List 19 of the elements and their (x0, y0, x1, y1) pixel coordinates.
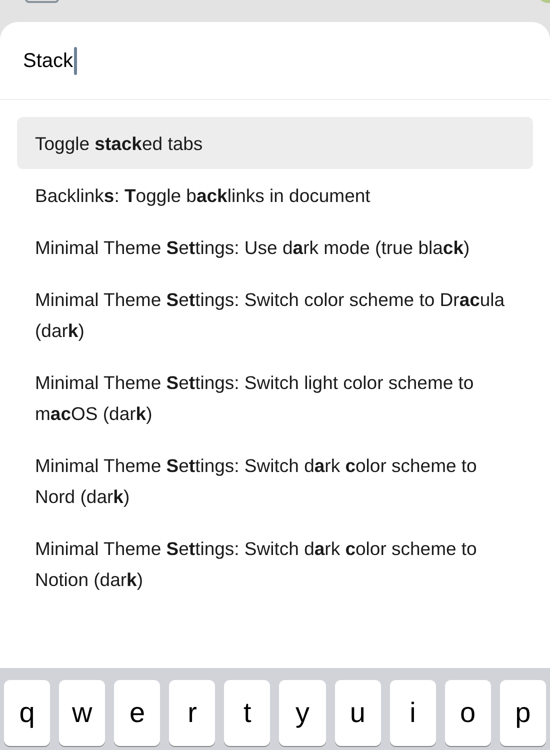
keyboard-key[interactable]: w (59, 680, 106, 746)
keyboard-key[interactable]: t (224, 680, 270, 746)
command-item[interactable]: Minimal Theme Settings: Switch dark color scheme to Nord (dark) (17, 439, 533, 522)
keyboard-key[interactable]: p (500, 680, 546, 746)
keyboard-key[interactable]: r (169, 680, 216, 746)
text-cursor-icon (74, 46, 78, 74)
command-item[interactable]: Minimal Theme Settings: Switch color scheme to Dracula (dark) (17, 273, 533, 356)
search-field[interactable]: Stack (23, 46, 78, 76)
command-item[interactable]: Backlinks: Toggle backlinks in document (17, 169, 533, 221)
keyboard-key[interactable]: e (114, 680, 160, 746)
keyboard-key[interactable]: q (4, 680, 50, 746)
command-item[interactable]: Toggle stacked tabs (17, 117, 533, 169)
command-item[interactable]: Minimal Theme Settings: Switch light color scheme to macOS (dark) (17, 356, 533, 439)
keyboard-key[interactable]: u (334, 680, 381, 746)
command-item[interactable]: Minimal Theme Settings: Switch dark color scheme to Notion (dark) (17, 522, 533, 605)
command-item[interactable]: Minimal Theme Settings: Use dark mode (true black) (17, 221, 533, 273)
keyboard-key[interactable]: i (390, 680, 436, 746)
keyboard-key[interactable]: o (444, 680, 491, 746)
keyboard-key[interactable]: y (279, 680, 326, 746)
